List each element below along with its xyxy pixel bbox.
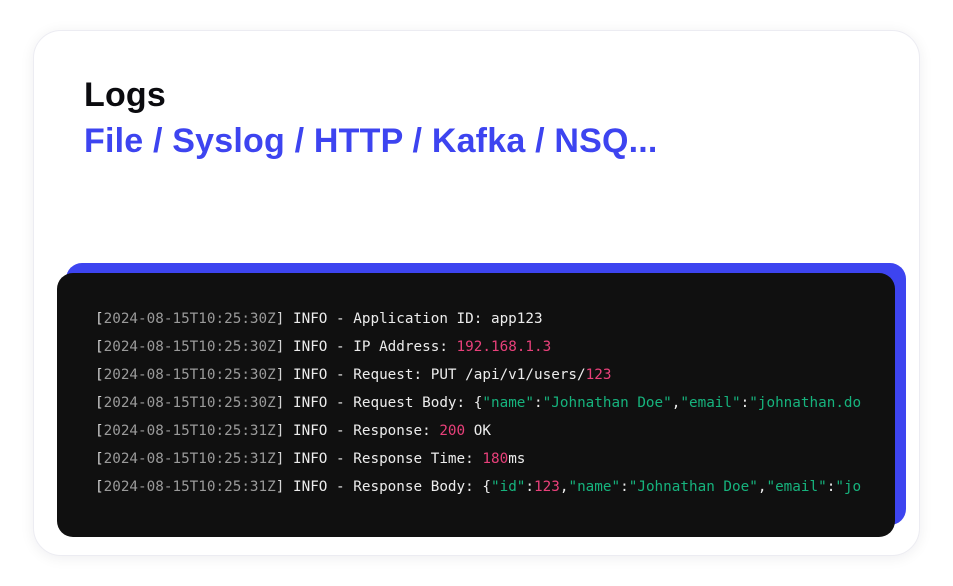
log-list: [2024-08-15T10:25:30Z] INFO - Applicatio… bbox=[95, 305, 895, 501]
log-message: Request Body: bbox=[353, 395, 474, 411]
log-line: [2024-08-15T10:25:30Z] INFO - IP Address… bbox=[95, 339, 552, 355]
log-timestamp: 2024-08-15T10:25:31Z bbox=[103, 423, 276, 439]
log-timestamp: 2024-08-15T10:25:30Z bbox=[103, 311, 276, 327]
log-message: IP Address: bbox=[353, 339, 457, 355]
json-key: "name" bbox=[482, 395, 535, 411]
log-timestamp: 2024-08-15T10:25:30Z bbox=[103, 367, 276, 383]
json-key: "id" bbox=[490, 479, 526, 495]
log-level: INFO bbox=[292, 367, 328, 383]
json-value: "Johnathan Doe" bbox=[542, 395, 672, 411]
log-value: 180 bbox=[482, 451, 509, 467]
log-message: Application ID: app123 bbox=[353, 311, 543, 327]
json-key: "email" bbox=[766, 479, 827, 495]
log-line: [2024-08-15T10:25:31Z] INFO - Response: … bbox=[95, 423, 491, 439]
log-message: Response Body: bbox=[353, 479, 483, 495]
json-value: 123 bbox=[534, 479, 560, 495]
log-line: [2024-08-15T10:25:30Z] INFO - Request: P… bbox=[95, 367, 612, 383]
log-line: [2024-08-15T10:25:31Z] INFO - Response B… bbox=[95, 479, 862, 495]
log-terminal[interactable]: [2024-08-15T10:25:30Z] INFO - Applicatio… bbox=[57, 273, 895, 537]
log-suffix: ms bbox=[508, 451, 526, 467]
log-value: 192.168.1.3 bbox=[456, 339, 552, 355]
log-message: Request: PUT /api/v1/users/ bbox=[353, 367, 586, 383]
log-level: INFO bbox=[292, 451, 328, 467]
log-value: 200 bbox=[439, 423, 466, 439]
log-line: [2024-08-15T10:25:30Z] INFO - Applicatio… bbox=[95, 311, 543, 327]
log-line: [2024-08-15T10:25:31Z] INFO - Response T… bbox=[95, 451, 526, 467]
log-level: INFO bbox=[292, 311, 328, 327]
json-key: "name" bbox=[568, 479, 621, 495]
json-value: "Johnathan Doe" bbox=[628, 479, 758, 495]
log-suffix: OK bbox=[465, 423, 491, 439]
card-subtitle: File / Syslog / HTTP / Kafka / NSQ... bbox=[84, 122, 658, 160]
log-value: 123 bbox=[585, 367, 612, 383]
log-line: [2024-08-15T10:25:30Z] INFO - Request Bo… bbox=[95, 395, 862, 411]
json-key: "email" bbox=[680, 395, 741, 411]
json-value: "johnathan.do bbox=[749, 395, 862, 411]
log-level: INFO bbox=[292, 479, 328, 495]
card-title: Logs bbox=[84, 76, 167, 114]
json-value: "jo bbox=[835, 479, 862, 495]
log-message: Response Time: bbox=[353, 451, 483, 467]
log-level: INFO bbox=[292, 395, 328, 411]
log-message: Response: bbox=[353, 423, 440, 439]
log-timestamp: 2024-08-15T10:25:30Z bbox=[103, 339, 276, 355]
log-level: INFO bbox=[292, 339, 328, 355]
log-timestamp: 2024-08-15T10:25:30Z bbox=[103, 395, 276, 411]
log-timestamp: 2024-08-15T10:25:31Z bbox=[103, 451, 276, 467]
logs-card: Logs File / Syslog / HTTP / Kafka / NSQ.… bbox=[33, 30, 920, 556]
log-level: INFO bbox=[292, 423, 328, 439]
log-timestamp: 2024-08-15T10:25:31Z bbox=[103, 479, 276, 495]
